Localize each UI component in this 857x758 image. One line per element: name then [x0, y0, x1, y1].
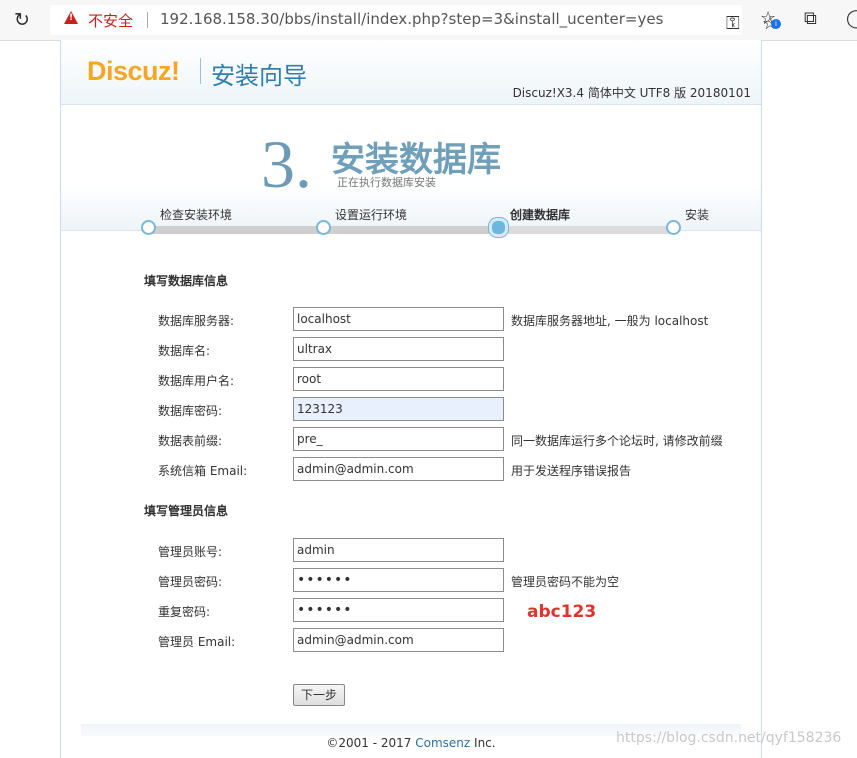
step-label: 安装 [685, 208, 710, 222]
admin-password-input[interactable]: •••••• [293, 568, 504, 592]
version-info: Discuz!X3.4 简体中文 UTF8 版 20180101 [512, 86, 751, 100]
step-dot [316, 220, 331, 235]
profile-icon[interactable]: ◯ [846, 9, 857, 29]
collections-icon[interactable]: ⧉ [804, 9, 817, 29]
admin-email-input[interactable]: admin@admin.com [293, 628, 504, 652]
db-name-row: 数据库名: ultrax [61, 337, 761, 361]
step-label: 设置运行环境 [335, 208, 408, 222]
db-password-label: 数据库密码: [158, 404, 223, 418]
table-prefix-label: 数据表前缀: [158, 434, 223, 448]
copyright-suffix: Inc. [470, 736, 496, 750]
db-name-label: 数据库名: [158, 344, 211, 358]
browser-toolbar: ↻ 不安全 192.168.158.30/bbs/install/index.p… [0, 0, 857, 41]
admin-account-input[interactable]: admin [293, 538, 504, 562]
system-email-input[interactable]: admin@admin.com [293, 457, 504, 481]
system-email-row: 系统信箱 Email: admin@admin.com 用于发送程序错误报告 [61, 457, 761, 481]
system-email-label: 系统信箱 Email: [158, 464, 248, 478]
key-icon[interactable]: ⚿ [726, 14, 740, 34]
table-prefix-row: 数据表前缀: pre_ 同一数据库运行多个论坛时, 请修改前缀 [61, 427, 761, 451]
db-host-hint: 数据库服务器地址, 一般为 localhost [511, 314, 709, 328]
admin-email-row: 管理员 Email: admin@admin.com [61, 628, 761, 652]
wizard-title: 安装向导 [211, 62, 307, 90]
discuz-logo: Discuz! [87, 56, 180, 86]
password-annotation: abc123 [527, 602, 597, 622]
csdn-watermark: https://blog.csdn.net/qyf158236 [616, 730, 842, 746]
address-bar[interactable]: 不安全 192.168.158.30/bbs/install/index.php… [50, 5, 778, 35]
step-label: 检查安装环境 [160, 208, 233, 222]
db-user-row: 数据库用户名: root [61, 367, 761, 391]
db-host-row: 数据库服务器: localhost 数据库服务器地址, 一般为 localhos… [61, 307, 761, 331]
repeat-password-row: 重复密码: •••••• [61, 598, 761, 622]
install-page: Discuz! 安装向导 Discuz!X3.4 简体中文 UTF8 版 201… [60, 40, 762, 758]
warning-icon[interactable] [64, 11, 78, 24]
admin-password-label: 管理员密码: [158, 575, 223, 589]
step-subtitle: 正在执行数据库安装 [337, 176, 436, 189]
favorites-icon[interactable]: ☆ i [760, 9, 781, 29]
url-text[interactable]: 192.168.158.30/bbs/install/index.php?ste… [160, 10, 663, 28]
system-email-hint: 用于发送程序错误报告 [511, 464, 632, 478]
table-prefix-input[interactable]: pre_ [293, 427, 504, 451]
db-user-input[interactable]: root [293, 367, 504, 391]
security-label[interactable]: 不安全 [88, 10, 133, 31]
progress-track [146, 226, 671, 234]
step-label: 创建数据库 [510, 208, 571, 222]
table-prefix-hint: 同一数据库运行多个论坛时, 请修改前缀 [511, 434, 723, 448]
db-password-row: 数据库密码: 123123 [61, 397, 761, 421]
repeat-password-input[interactable]: •••••• [293, 598, 504, 622]
repeat-password-label: 重复密码: [158, 605, 211, 619]
db-name-input[interactable]: ultrax [293, 337, 504, 361]
page-header: Discuz! 安装向导 Discuz!X3.4 简体中文 UTF8 版 201… [61, 40, 761, 105]
logo-divider [200, 58, 201, 84]
admin-email-label: 管理员 Email: [158, 635, 236, 649]
step-number: 3. [261, 126, 312, 202]
step-dot-current [489, 218, 508, 237]
admin-account-label: 管理员账号: [158, 545, 223, 559]
db-section-title: 填写数据库信息 [144, 274, 229, 288]
copyright-text: ©2001 - 2017 [326, 736, 416, 750]
step-dot [141, 220, 156, 235]
admin-password-hint: 管理员密码不能为空 [511, 575, 620, 589]
admin-password-row: 管理员密码: •••••• 管理员密码不能为空 [61, 568, 761, 592]
admin-section-title: 填写管理员信息 [144, 504, 229, 518]
db-password-input[interactable]: 123123 [293, 397, 504, 421]
db-host-label: 数据库服务器: [158, 314, 235, 328]
step-banner: 3. 安装数据库 正在执行数据库安装 检查安装环境 设置运行环境 创建数据库 安… [61, 112, 761, 237]
step-dot [666, 220, 681, 235]
address-divider [147, 12, 148, 28]
reload-icon[interactable]: ↻ [10, 8, 34, 32]
comsenz-link[interactable]: Comsenz [415, 736, 470, 750]
db-user-label: 数据库用户名: [158, 374, 235, 388]
next-step-button[interactable]: 下一步 [293, 684, 345, 706]
admin-account-row: 管理员账号: admin [61, 538, 761, 562]
db-host-input[interactable]: localhost [293, 307, 504, 331]
